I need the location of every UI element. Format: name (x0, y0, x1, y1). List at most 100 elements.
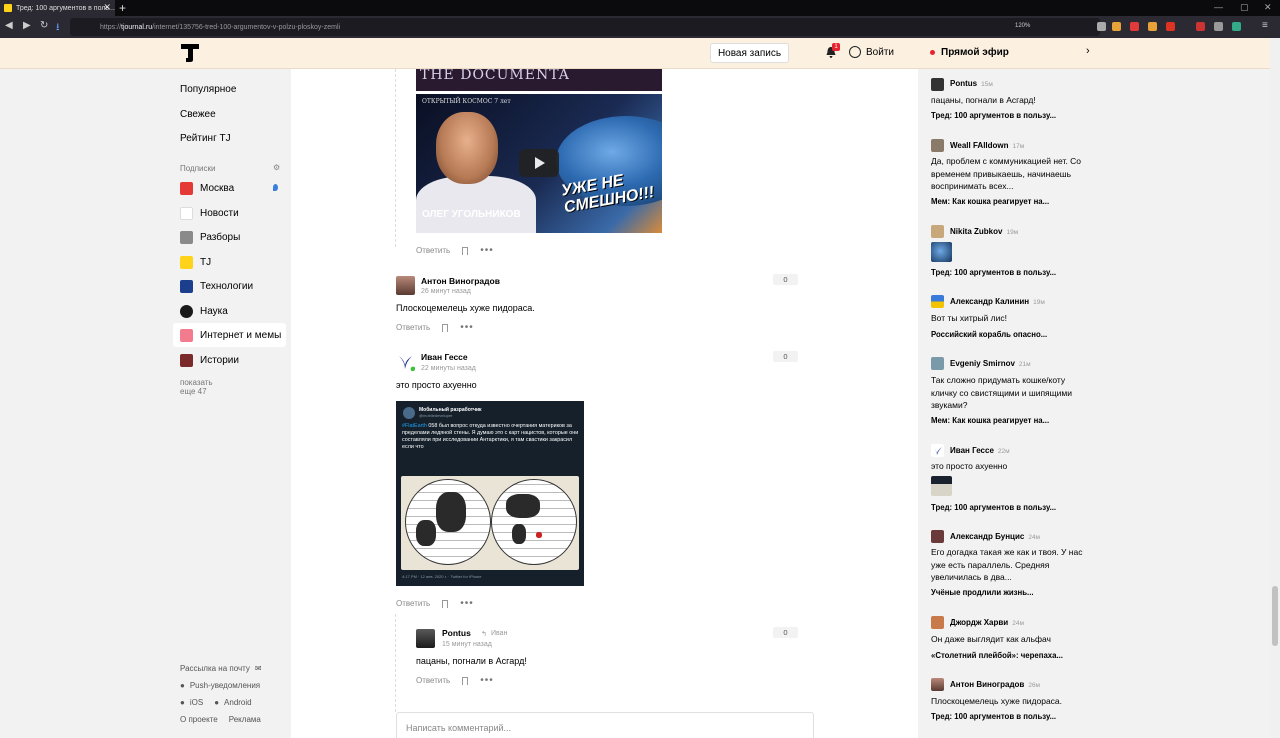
close-window-icon[interactable]: ✕ (1264, 2, 1272, 13)
feed-post-link[interactable]: Учёные продлили жизнь... (931, 588, 1034, 597)
avatar[interactable] (931, 225, 944, 238)
comment-time[interactable]: 26 минут назад (421, 288, 471, 295)
comment-score[interactable]: 0 (773, 627, 798, 638)
feed-author[interactable]: Weall FAlldown 17м (950, 141, 1024, 150)
reply-button[interactable]: Ответить (416, 246, 450, 255)
extension-icon[interactable] (1196, 22, 1205, 31)
avatar[interactable] (396, 276, 415, 295)
sidebar-item-tech[interactable]: Технологии (173, 274, 286, 298)
reply-button[interactable]: Ответить (416, 676, 450, 685)
login-button[interactable]: Войти (849, 46, 894, 58)
feed-post-link[interactable]: Тред: 100 аргументов в пользу... (931, 712, 1056, 721)
extension-icon[interactable] (1130, 22, 1139, 31)
browser-tab[interactable]: Тред: 100 аргументов в поль... ✕ (0, 0, 115, 16)
feed-author[interactable]: Антон Виноградов 26м (950, 680, 1040, 689)
nav-popular[interactable]: Популярное (180, 84, 236, 95)
feed-text[interactable]: пацаны, погнали в Асгард! (931, 94, 1086, 107)
show-more-link[interactable]: показать еще 47 (180, 378, 213, 396)
feed-post-link[interactable]: Мем: Как кошка реагирует на... (931, 197, 1049, 206)
feed-image-thumbnail[interactable] (931, 242, 952, 262)
sidebar-item-moscow[interactable]: Москва (173, 176, 286, 200)
feed-author[interactable]: Nikita Zubkov 19м (950, 227, 1018, 236)
extension-icon[interactable] (1148, 22, 1157, 31)
feed-post-link[interactable]: Мем: Как кошка реагирует на... (931, 416, 1049, 425)
tj-logo-icon[interactable] (180, 43, 200, 63)
feed-post-link[interactable]: «Столетний плейбой»: черепаха... (931, 651, 1063, 660)
video-embed[interactable]: ОТКРЫТЫЙ КОСМОС 7 лет УЖЕ НЕ СМЕШНО!!! О… (416, 94, 662, 233)
download-icon[interactable]: ⭳ (56, 20, 60, 37)
extension-icon[interactable] (1166, 22, 1175, 31)
feed-author[interactable]: Иван Гессе 22м (950, 446, 1010, 455)
feed-text[interactable]: Он даже выглядит как альфач (931, 633, 1086, 646)
scrollbar-thumb[interactable] (1272, 586, 1278, 646)
reply-button[interactable]: Ответить (396, 599, 430, 608)
nav-rating[interactable]: Рейтинг TJ (180, 133, 231, 144)
bookmark-icon[interactable] (462, 246, 469, 255)
extension-icon[interactable] (1112, 22, 1121, 31)
comment-score[interactable]: 0 (773, 274, 798, 285)
feed-text[interactable]: Его догадка такая же как и твоя. У нас у… (931, 546, 1086, 584)
avatar[interactable] (931, 357, 944, 370)
avatar[interactable] (931, 444, 944, 457)
feed-text[interactable]: Плоскоцемелець хуже пидораса. (931, 695, 1086, 708)
more-icon[interactable]: ••• (460, 322, 474, 333)
android-link[interactable]: Android (224, 698, 252, 707)
reply-button[interactable]: Ответить (396, 323, 430, 332)
sidebar-item-internet[interactable]: Интернет и мемы (173, 323, 286, 347)
maximize-icon[interactable]: ▢ (1240, 2, 1249, 13)
extension-icon[interactable] (1214, 22, 1223, 31)
feed-text[interactable]: Да, проблем с коммуникацией нет. Со врем… (931, 155, 1086, 193)
avatar[interactable] (931, 616, 944, 629)
bookmark-icon[interactable] (462, 676, 469, 685)
feed-post-link[interactable]: Российский корабль опасно... (931, 330, 1047, 339)
sidebar-item-news[interactable]: Новости (173, 201, 286, 225)
sidebar-item-analysis[interactable]: Разборы (173, 225, 286, 249)
back-icon[interactable]: ◀ (5, 20, 13, 31)
new-tab-icon[interactable]: + (119, 1, 126, 15)
avatar[interactable] (931, 678, 944, 691)
avatar[interactable] (931, 295, 944, 308)
tweet-screenshot[interactable]: Мобильный разработчик @mobiledeveloper #… (396, 401, 584, 586)
live-feed-header[interactable]: Прямой эфир (930, 47, 1009, 58)
new-post-button[interactable]: Новая запись (710, 43, 789, 63)
about-link[interactable]: О проекте (180, 715, 218, 724)
avatar[interactable] (931, 78, 944, 91)
reply-to[interactable]: Иван (491, 630, 507, 637)
feed-author[interactable]: Джордж Харви 24м (950, 618, 1024, 627)
avatar[interactable] (931, 530, 944, 543)
push-link[interactable]: ● Push-уведомления (180, 681, 260, 690)
sidebar-item-stories[interactable]: Истории (173, 348, 286, 372)
bookmark-icon[interactable] (442, 599, 449, 608)
ads-link[interactable]: Реклама (229, 715, 261, 724)
bookmark-icon[interactable] (442, 323, 449, 332)
extension-icon[interactable] (1232, 22, 1241, 31)
play-button-icon[interactable] (519, 149, 559, 177)
feed-post-link[interactable]: Тред: 100 аргументов в пользу... (931, 503, 1056, 512)
feed-image-thumbnail[interactable] (931, 476, 952, 496)
gear-icon[interactable]: ⚙ (273, 163, 280, 172)
sidebar-item-science[interactable]: Наука (173, 299, 286, 323)
more-icon[interactable]: ••• (480, 245, 494, 256)
sidebar-item-tj[interactable]: TJ (173, 250, 286, 274)
comment-time[interactable]: 15 минут назад (442, 641, 492, 648)
close-tab-icon[interactable]: ✕ (103, 2, 111, 13)
newsletter-link[interactable]: Рассылка на почту ✉ (180, 664, 262, 673)
menu-icon[interactable]: ≡ (1262, 20, 1268, 31)
feed-text[interactable]: это просто ахуенно (931, 460, 1086, 473)
minimize-icon[interactable]: — (1214, 2, 1223, 12)
feed-post-link[interactable]: Тред: 100 аргументов в пользу... (931, 111, 1056, 120)
comment-author[interactable]: Pontus (442, 628, 471, 638)
nav-fresh[interactable]: Свежее (180, 109, 216, 120)
more-icon[interactable]: ••• (480, 675, 494, 686)
avatar[interactable] (931, 139, 944, 152)
reload-icon[interactable]: ↻ (40, 20, 48, 31)
feed-text[interactable]: Так сложно придумать кошке/коту кличку с… (931, 374, 1086, 412)
comment-author[interactable]: Иван Гессе (421, 352, 468, 362)
extension-icon[interactable] (1097, 22, 1106, 31)
feed-author[interactable]: Александр Бунцис 24м (950, 532, 1040, 541)
comment-time[interactable]: 22 минуты назад (421, 365, 476, 372)
avatar[interactable] (416, 629, 435, 648)
comment-input[interactable]: Написать комментарий... (396, 712, 814, 738)
feed-post-link[interactable]: Тред: 100 аргументов в пользу... (931, 268, 1056, 277)
url-bar[interactable]: https://tjournal.ru/internet/135756-tred… (70, 18, 1100, 36)
